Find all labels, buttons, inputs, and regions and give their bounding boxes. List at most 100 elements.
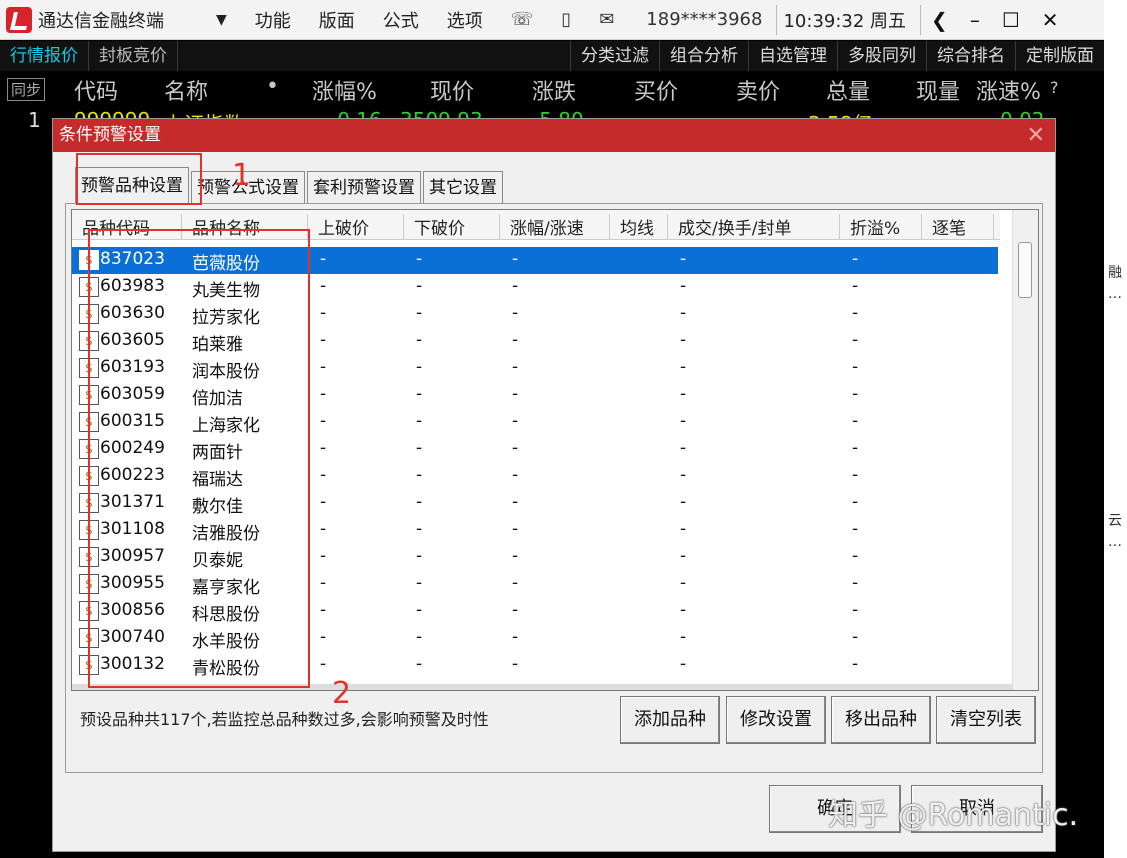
col-speed[interactable]: 涨速% [976, 74, 1041, 106]
row-cell-value: - [416, 492, 423, 512]
row-cell-value: - [416, 303, 423, 323]
row-cell-value: - [320, 276, 327, 296]
remove-symbol-button[interactable]: 移出品种 [831, 696, 931, 744]
row-cell-value: - [680, 330, 687, 350]
row-cell-value: - [416, 276, 423, 296]
tab-quotes[interactable]: 行情报价 [0, 41, 89, 71]
tab-other-settings[interactable]: 其它设置 [423, 171, 503, 203]
close-icon[interactable]: ✕ [1027, 119, 1045, 152]
quote-table-header: 同步 代码 名称 • 涨幅% 现价 涨跌 买价 卖价 总量 现量 涨速% ? [0, 72, 1104, 106]
row-cell-value: - [852, 546, 859, 566]
tab-category-filter[interactable]: 分类过滤 [570, 41, 659, 71]
vertical-scrollbar[interactable] [1012, 210, 1038, 690]
scrollbar-thumb[interactable] [1018, 242, 1032, 298]
menu-formula[interactable]: 公式 [383, 7, 419, 33]
chevron-down-icon[interactable]: ▼ [216, 12, 227, 28]
clear-list-button[interactable]: 清空列表 [936, 696, 1036, 744]
maximize-button[interactable]: ☐ [1002, 8, 1020, 32]
row-cell-value: - [320, 330, 327, 350]
row-cell-value: - [680, 627, 687, 647]
function-tab-strip: 行情报价 封板竞价 分类过滤 组合分析 自选管理 多股同列 综合排名 定制版面 [0, 41, 1104, 71]
col-ask[interactable]: 卖价 [736, 74, 780, 106]
annotation-label-2: 2 [332, 676, 352, 711]
row-cell-value: - [512, 384, 519, 404]
help-icon[interactable]: ? [1050, 78, 1059, 97]
row-cell-value: - [852, 330, 859, 350]
back-icon[interactable]: ❮ [931, 8, 948, 32]
row-cell-value: - [512, 330, 519, 350]
col-change-pct[interactable]: 涨幅% [312, 74, 377, 106]
row-cell-value: - [512, 357, 519, 377]
minimize-button[interactable]: – [970, 8, 980, 32]
row-cell-value: - [416, 519, 423, 539]
row-cell-value: - [512, 492, 519, 512]
service-icon[interactable]: ☏ [511, 9, 534, 30]
row-cell-value: - [852, 465, 859, 485]
tab-arbitrage-alert[interactable]: 套利预警设置 [307, 171, 421, 203]
tab-watchlist[interactable]: 自选管理 [748, 41, 837, 71]
watermark: 知乎 @Romantic. [828, 798, 1079, 833]
divider [920, 4, 922, 35]
tab-multi-stock[interactable]: 多股同列 [837, 41, 926, 71]
row-cell-value: - [680, 303, 687, 323]
col-price[interactable]: 现价 [430, 74, 474, 106]
row-cell-value: - [320, 654, 327, 674]
app-window: 通达信金融终端 ▼ 功能 版面 公式 选项 ☏ ▯ ✉ 189****3968 … [0, 0, 1127, 858]
add-symbol-button[interactable]: 添加品种 [620, 696, 720, 744]
row-cell-value: - [416, 546, 423, 566]
menu-options[interactable]: 选项 [447, 7, 483, 33]
col-volume[interactable]: 总量 [826, 74, 870, 106]
col-cur-volume[interactable]: 现量 [916, 74, 960, 106]
row-cell-value: - [416, 465, 423, 485]
col-volume-turnover[interactable]: 成交/换手/封单 [668, 214, 840, 240]
row-cell-value: - [680, 573, 687, 593]
menu-function[interactable]: 功能 [255, 7, 291, 33]
tab-ranking[interactable]: 综合排名 [926, 41, 1015, 71]
app-logo-icon [6, 6, 32, 33]
modify-settings-button[interactable]: 修改设置 [726, 696, 826, 744]
row-cell-value: - [852, 654, 859, 674]
col-ma[interactable]: 均线 [610, 214, 668, 240]
row-cell-value: - [320, 438, 327, 458]
row-cell-value: - [416, 411, 423, 431]
col-premium[interactable]: 折溢% [840, 214, 922, 240]
divider [776, 4, 778, 35]
tab-portfolio-analysis[interactable]: 组合分析 [659, 41, 748, 71]
row-cell-value: - [852, 438, 859, 458]
col-tick[interactable]: 逐笔 [922, 214, 994, 240]
col-upper-break[interactable]: 上破价 [308, 214, 404, 240]
row-cell-value: - [512, 249, 519, 269]
tab-limit-bid[interactable]: 封板竞价 [89, 41, 178, 71]
col-code[interactable]: 代码 [74, 74, 118, 106]
row-cell-value: - [852, 249, 859, 269]
app-title: 通达信金融终端 [38, 10, 164, 32]
col-change[interactable]: 涨跌 [532, 74, 576, 106]
row-cell-value: - [416, 438, 423, 458]
row-cell-value: - [416, 573, 423, 593]
tab-custom-layout[interactable]: 定制版面 [1015, 41, 1104, 71]
row-cell-value: - [320, 303, 327, 323]
row-cell-value: - [852, 519, 859, 539]
col-lower-break[interactable]: 下破价 [404, 214, 500, 240]
row-cell-value: - [416, 654, 423, 674]
col-bid[interactable]: 买价 [634, 74, 678, 106]
row-cell-value: - [416, 627, 423, 647]
close-button[interactable]: ✕ [1042, 8, 1059, 32]
row-cell-value: - [512, 546, 519, 566]
col-change-speed[interactable]: 涨幅/涨速 [500, 214, 610, 240]
dialog-title: 条件预警设置 [59, 125, 161, 145]
row-cell-value: - [416, 357, 423, 377]
menu-layout[interactable]: 版面 [319, 7, 355, 33]
mail-icon[interactable]: ✉ [599, 9, 614, 30]
row-cell-value: - [320, 546, 327, 566]
row-cell-value: - [512, 654, 519, 674]
account-number: 189****3968 [646, 9, 763, 30]
clock: 10:39:32 周五 [783, 10, 907, 32]
col-name[interactable]: 名称 [164, 74, 208, 106]
row-cell-value: - [680, 519, 687, 539]
row-cell-value: - [320, 411, 327, 431]
sync-button[interactable]: 同步 [7, 78, 46, 101]
row-cell-value: - [680, 384, 687, 404]
row-cell-value: - [416, 384, 423, 404]
phone-device-icon[interactable]: ▯ [561, 9, 571, 30]
